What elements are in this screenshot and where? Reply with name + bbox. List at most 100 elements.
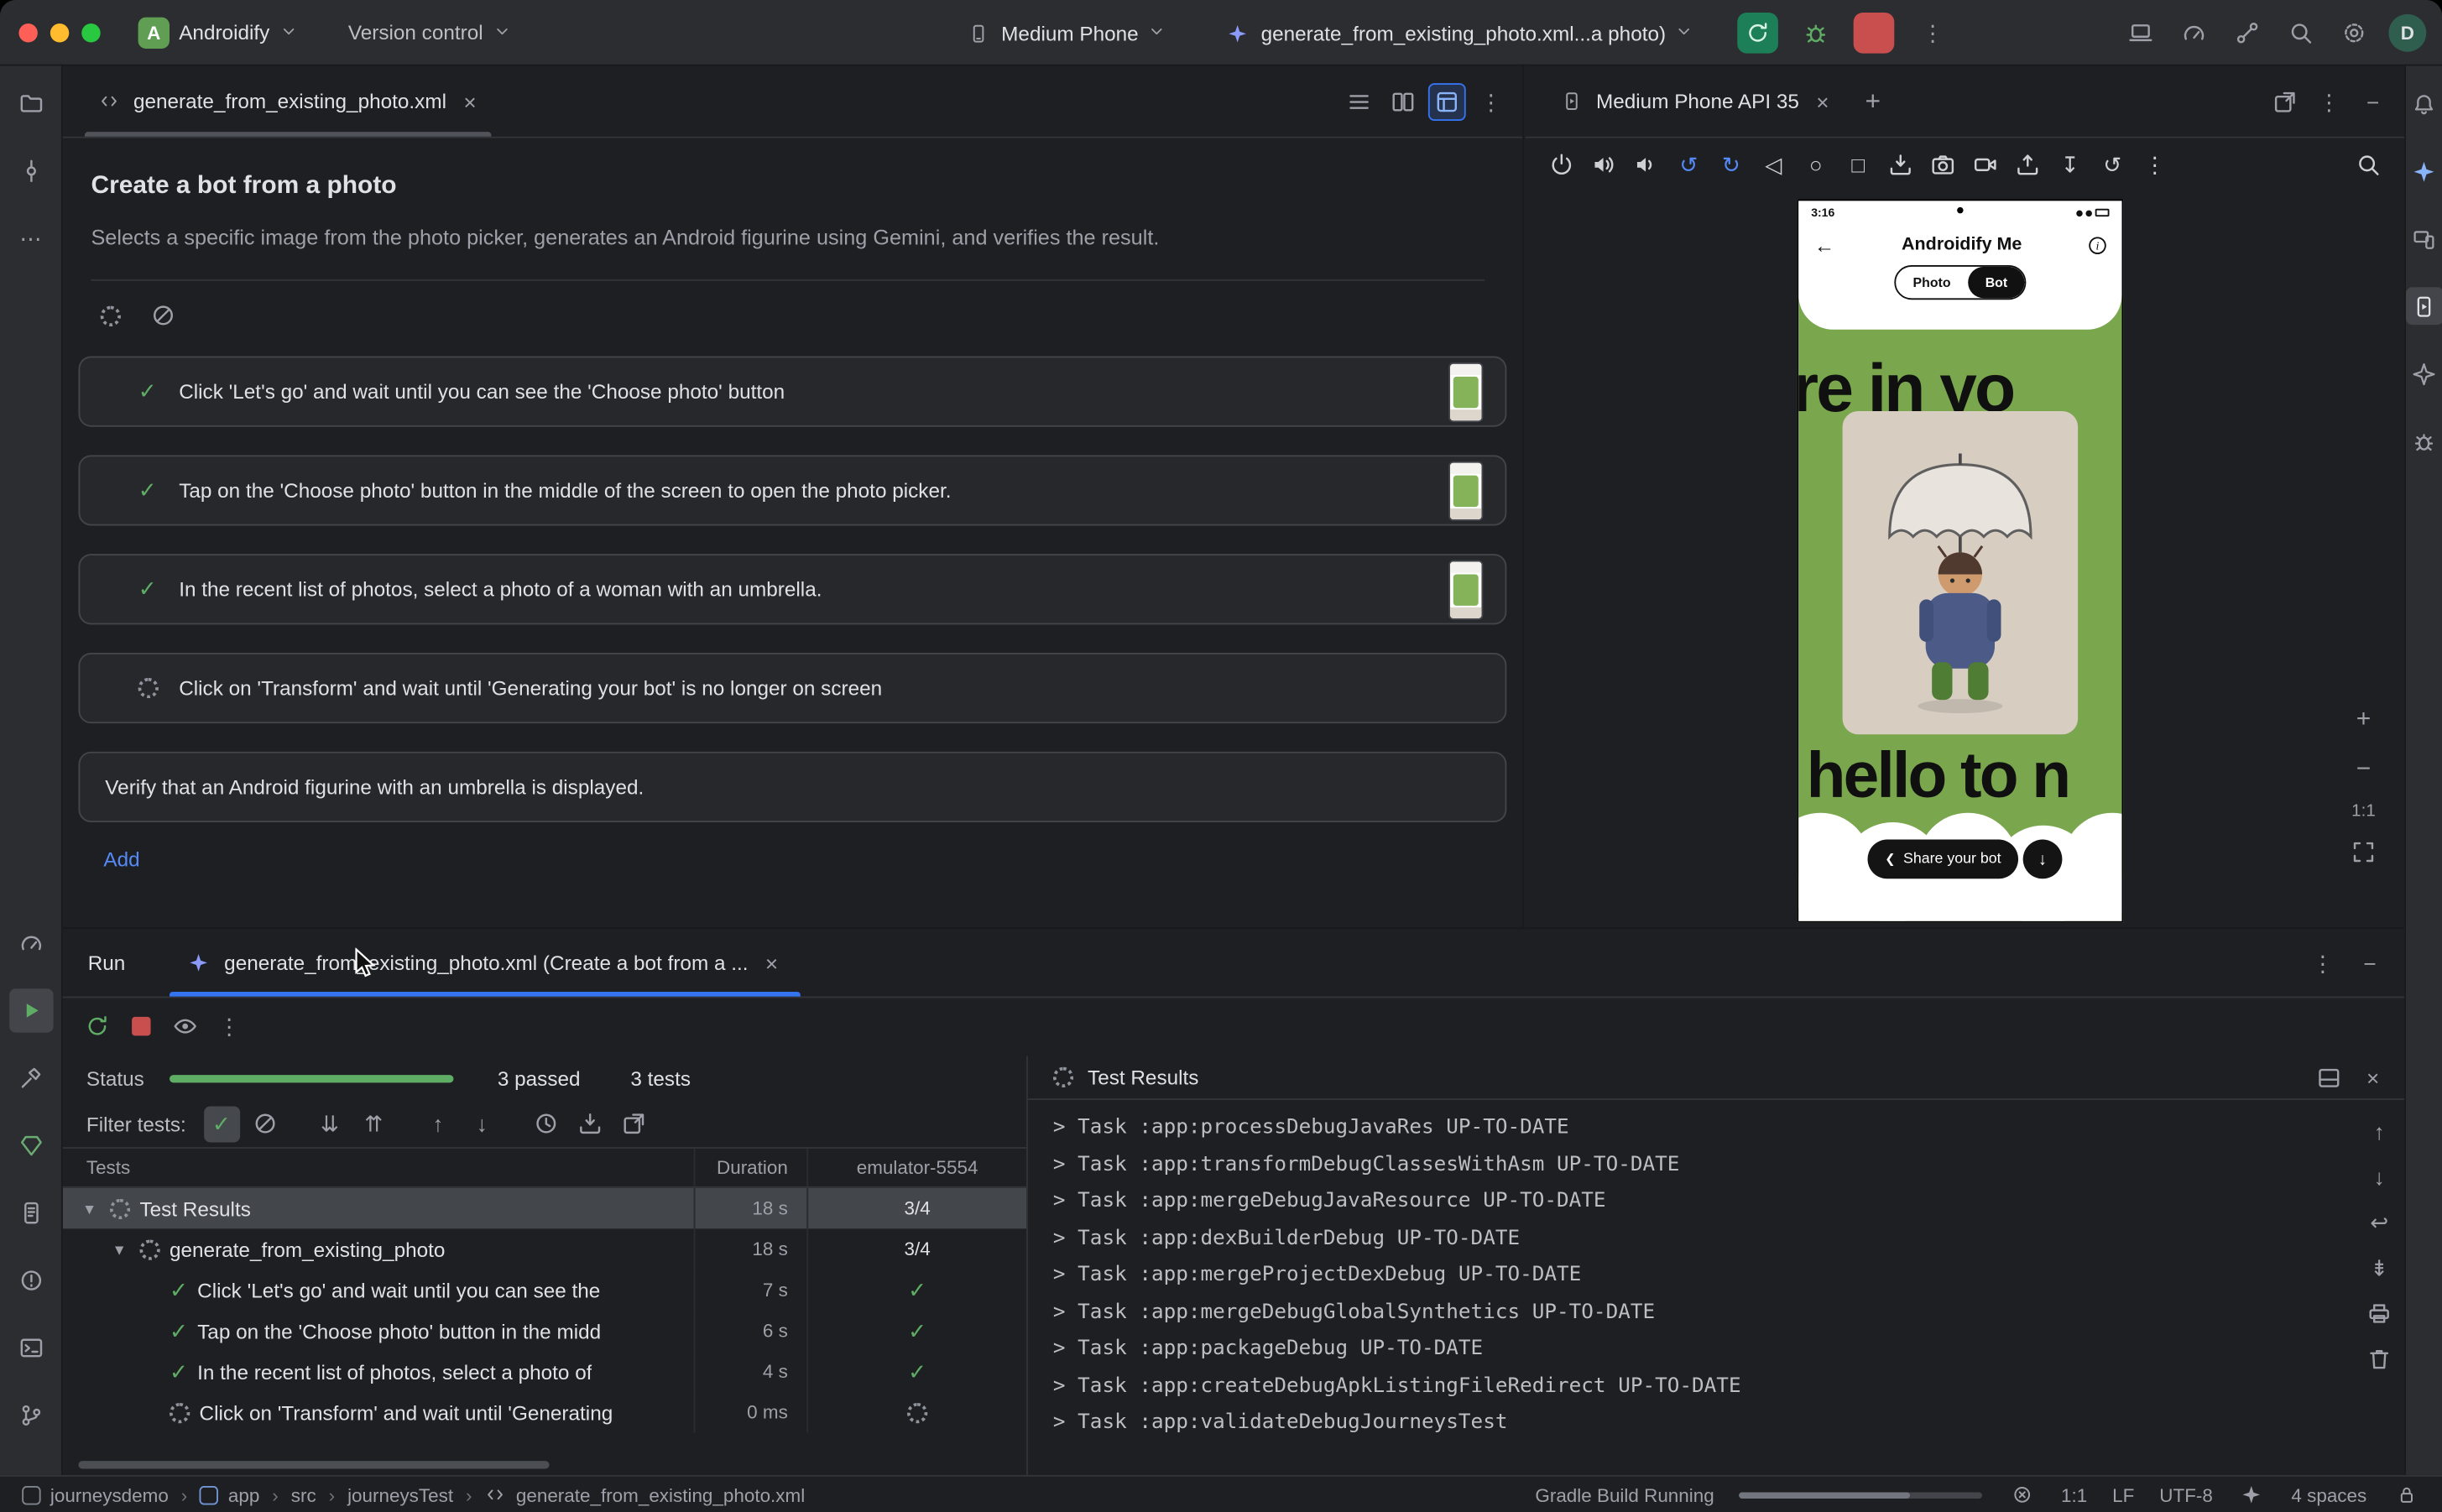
- project-widget[interactable]: A Androidify: [126, 8, 314, 55]
- step-thumbnail[interactable]: [1448, 560, 1483, 619]
- code-view-icon[interactable]: [1340, 82, 1378, 120]
- design-view-icon[interactable]: [1428, 82, 1466, 120]
- zoom-mode-icon[interactable]: [2348, 146, 2389, 184]
- close-run-tab-icon[interactable]: ×: [759, 950, 785, 975]
- show-ignored-toggle[interactable]: [248, 1106, 284, 1142]
- hide-run-panel-icon[interactable]: −: [2351, 944, 2389, 982]
- profiler-tool-icon[interactable]: [8, 921, 52, 965]
- debug-button[interactable]: [1798, 14, 1835, 52]
- soft-wrap-icon[interactable]: ↩: [2361, 1203, 2398, 1239]
- print-icon[interactable]: [2361, 1295, 2398, 1331]
- install-apk-icon[interactable]: [1880, 146, 1921, 184]
- file-lock-icon[interactable]: [2392, 1481, 2420, 1509]
- console-output[interactable]: > Task :app:processDebugJavaRes UP-TO-DA…: [1028, 1103, 2348, 1475]
- export-results-icon[interactable]: [616, 1106, 652, 1142]
- volume-up-icon[interactable]: [1584, 146, 1625, 184]
- toggle-photo-button[interactable]: Photo: [1896, 267, 1968, 298]
- download-bot-button[interactable]: ↓: [2023, 840, 2063, 879]
- toggle-layout-icon[interactable]: [2310, 1059, 2348, 1097]
- reset-icon[interactable]: ↺: [2092, 146, 2133, 184]
- split-view-icon[interactable]: [1384, 82, 1422, 120]
- rerun-tests-icon[interactable]: [79, 1008, 117, 1045]
- app-back-icon[interactable]: ←: [1814, 233, 1834, 257]
- screenshot-icon[interactable]: [1923, 146, 1964, 184]
- stop-journey-icon[interactable]: [144, 297, 182, 335]
- minimize-window-button[interactable]: [50, 23, 69, 41]
- journey-step[interactable]: ✓In the recent list of photos, select a …: [79, 555, 1507, 625]
- notifications-bell-icon[interactable]: [2405, 85, 2442, 123]
- file-encoding[interactable]: UTF-8: [2159, 1483, 2213, 1505]
- close-console-icon[interactable]: ×: [2354, 1059, 2392, 1097]
- breadcrumb-item[interactable]: journeysTest: [347, 1483, 453, 1505]
- problems-tool-icon[interactable]: [8, 1259, 52, 1302]
- device-manager-icon[interactable]: [2405, 220, 2442, 258]
- toggle-bot-button[interactable]: Bot: [1968, 267, 2025, 298]
- breadcrumb-item[interactable]: app: [228, 1483, 259, 1505]
- test-tree-row[interactable]: ▾generate_from_existing_photo18 s3/4: [63, 1228, 1026, 1270]
- editor-more-icon[interactable]: ⋮: [1472, 82, 1510, 120]
- breadcrumb-item[interactable]: generate_from_existing_photo.xml: [516, 1483, 805, 1505]
- device-mirroring-icon[interactable]: [2121, 14, 2159, 52]
- share-bot-button[interactable]: ❮ Share your bot: [1868, 840, 2019, 879]
- journey-step[interactable]: ✓Click 'Let's go' and wait until you can…: [79, 357, 1507, 427]
- home-icon[interactable]: ○: [1795, 146, 1836, 184]
- expand-all-icon[interactable]: ⇊: [311, 1106, 347, 1142]
- logcat-tool-icon[interactable]: [8, 1191, 52, 1234]
- tree-chevron-icon[interactable]: ▾: [79, 1198, 101, 1218]
- profiler-icon[interactable]: [2175, 14, 2213, 52]
- build-tool-icon[interactable]: [8, 1056, 52, 1100]
- close-device-tab-icon[interactable]: ×: [1810, 89, 1835, 114]
- test-tree-row[interactable]: ✓Click 'Let's go' and wait until you can…: [63, 1270, 1026, 1311]
- step-thumbnail[interactable]: [1448, 362, 1483, 422]
- next-failed-icon[interactable]: ↓: [464, 1106, 500, 1142]
- settings-gear-icon[interactable]: [2335, 14, 2373, 52]
- vcs-widget[interactable]: Version control: [336, 8, 527, 55]
- zoom-fit-icon[interactable]: [2345, 833, 2382, 871]
- stop-tests-icon[interactable]: [123, 1008, 160, 1045]
- cancel-build-icon[interactable]: [2007, 1481, 2036, 1509]
- previous-failed-icon[interactable]: ↑: [420, 1106, 456, 1142]
- close-tab-icon[interactable]: ×: [457, 89, 483, 114]
- save-snapshot-icon[interactable]: ↧: [2049, 146, 2090, 184]
- volume-down-icon[interactable]: [1626, 146, 1667, 184]
- project-tool-icon[interactable]: [8, 81, 52, 125]
- maximize-window-button[interactable]: [81, 23, 100, 41]
- tree-chevron-icon[interactable]: ▾: [108, 1239, 130, 1259]
- test-tree-row[interactable]: ✓In the recent list of photos, select a …: [63, 1351, 1026, 1392]
- rerun-button[interactable]: [1738, 13, 1779, 54]
- gradle-tool-icon[interactable]: [8, 1124, 52, 1167]
- run-tab[interactable]: generate_from_existing_photo.xml (Create…: [166, 929, 803, 996]
- push-file-icon[interactable]: [2007, 146, 2048, 184]
- add-device-icon[interactable]: +: [1854, 82, 1892, 120]
- journey-step[interactable]: Click on 'Transform' and wait until 'Gen…: [79, 653, 1507, 723]
- open-in-window-icon[interactable]: [2267, 82, 2304, 120]
- zoom-out-icon[interactable]: −: [2345, 752, 2382, 790]
- journey-step[interactable]: Verify that an Android figurine with an …: [79, 752, 1507, 822]
- stop-button[interactable]: [1855, 13, 1896, 54]
- import-results-icon[interactable]: [572, 1106, 608, 1142]
- rotate-left-icon[interactable]: ↺: [1668, 146, 1709, 184]
- journey-step[interactable]: ✓Tap on the 'Choose photo' button in the…: [79, 456, 1507, 526]
- device-pane-more-icon[interactable]: ⋮: [2310, 82, 2348, 120]
- test-tree-row[interactable]: ▾Test Results18 s3/4: [63, 1188, 1026, 1229]
- power-icon[interactable]: [1542, 146, 1583, 184]
- indent-setting[interactable]: 4 spaces: [2291, 1483, 2366, 1505]
- scroll-up-icon[interactable]: ↑: [2361, 1113, 2398, 1149]
- run-configuration-selector[interactable]: generate_from_existing_photo.xml...a pho…: [1211, 9, 1710, 56]
- run-toolbar-more-icon[interactable]: ⋮: [211, 1008, 248, 1045]
- run-panel-more-icon[interactable]: ⋮: [2304, 944, 2341, 982]
- horizontal-scrollbar[interactable]: [79, 1461, 1011, 1468]
- running-devices-icon[interactable]: [2405, 287, 2442, 325]
- run-tool-icon[interactable]: [8, 988, 52, 1032]
- user-avatar[interactable]: D: [2388, 14, 2426, 52]
- emulator-more-icon[interactable]: ⋮: [2134, 146, 2175, 184]
- overview-icon[interactable]: □: [1838, 146, 1879, 184]
- app-info-icon[interactable]: i: [2089, 236, 2106, 253]
- rotate-right-icon[interactable]: ↻: [1710, 146, 1751, 184]
- device-tab[interactable]: Medium Phone API 35 ×: [1538, 66, 1855, 137]
- step-thumbnail[interactable]: [1448, 461, 1483, 520]
- editor-tab[interactable]: generate_from_existing_photo.xml ×: [76, 66, 502, 137]
- collapse-all-icon[interactable]: ⇈: [356, 1106, 392, 1142]
- emulator-screen[interactable]: 3:16 ← Androidify Me i Photo Bot: [1797, 200, 2123, 923]
- scroll-down-icon[interactable]: ↓: [2361, 1158, 2398, 1194]
